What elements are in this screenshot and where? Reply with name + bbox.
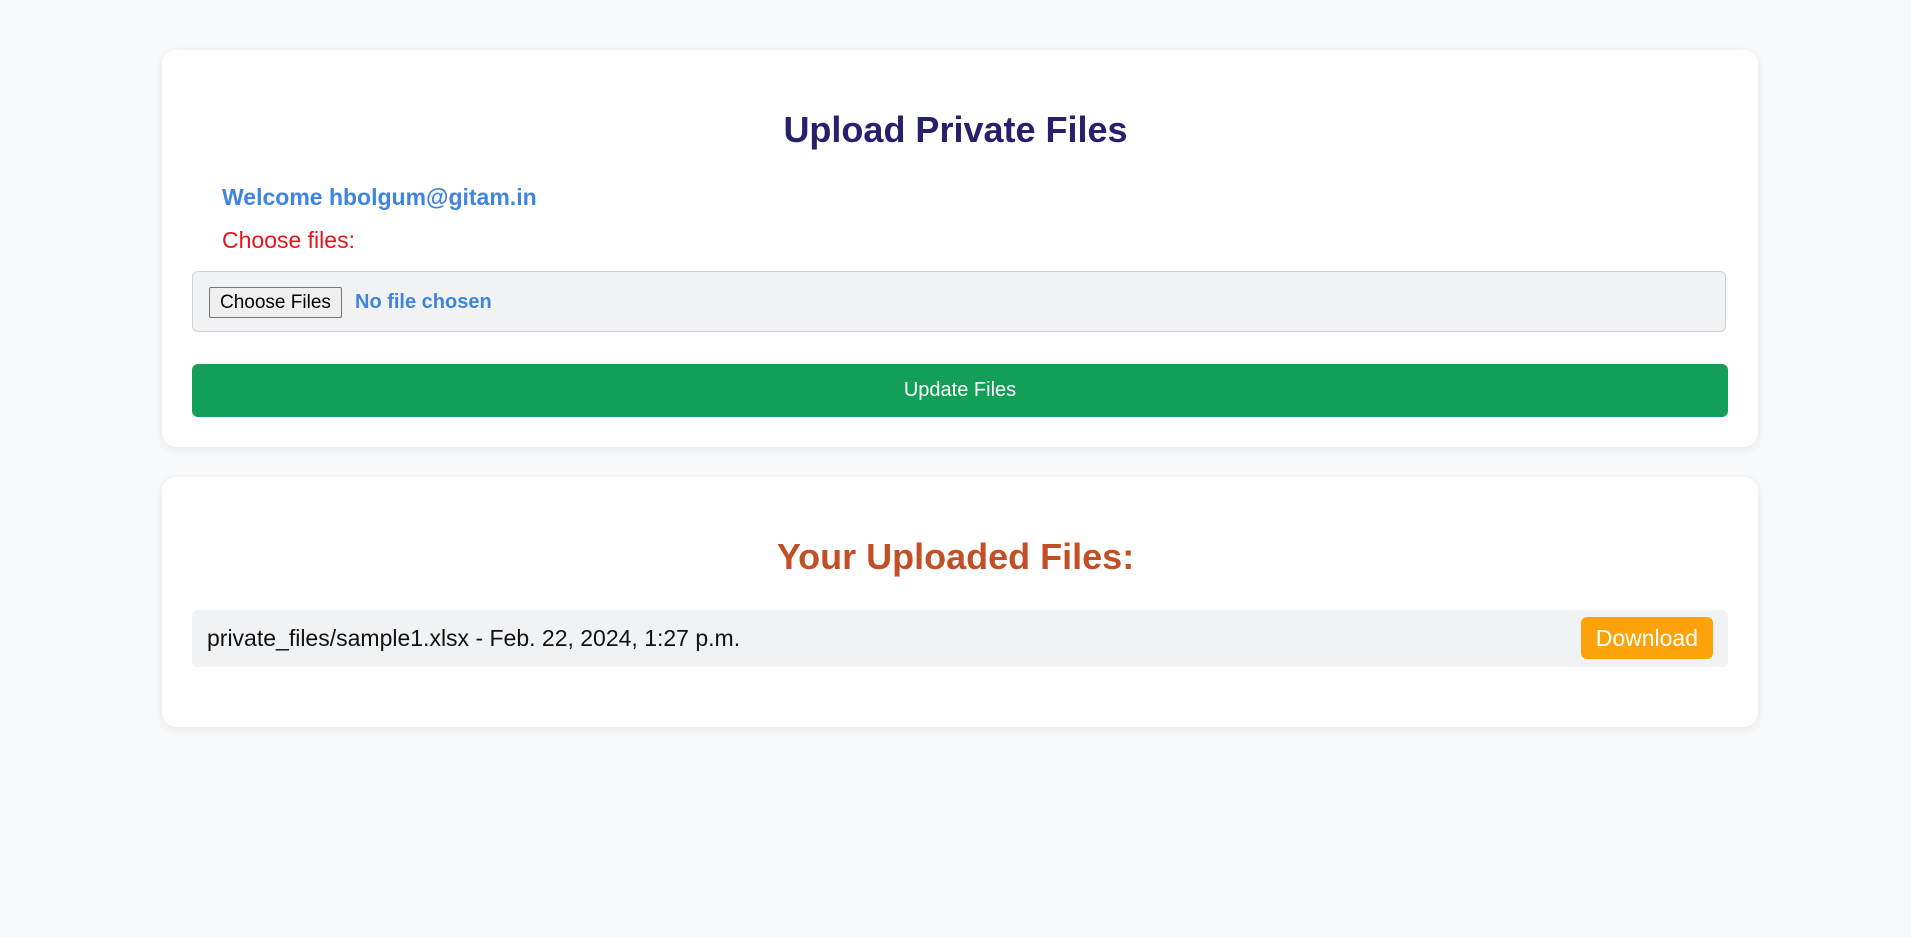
uploaded-files-card	[162, 477, 1758, 727]
choose-files-button[interactable]: Choose Files	[209, 287, 342, 318]
welcome-text: Welcome hbolgum@gitam.in	[222, 184, 537, 210]
choose-files-label: Choose files:	[222, 227, 355, 253]
file-input[interactable]: Choose Files No file chosen	[192, 271, 1726, 332]
uploaded-files-title: Your Uploaded Files:	[776, 536, 1135, 577]
upload-title: Upload Private Files	[783, 109, 1128, 150]
download-button[interactable]: Download	[1580, 617, 1713, 659]
update-files-button[interactable]: Update Files	[192, 364, 1728, 417]
file-description: private_files/sample1.xlsx - Feb. 22, 20…	[207, 625, 741, 651]
file-status-text: No file chosen	[355, 291, 492, 313]
file-list-item: private_files/sample1.xlsx - Feb. 22, 20…	[192, 610, 1728, 667]
